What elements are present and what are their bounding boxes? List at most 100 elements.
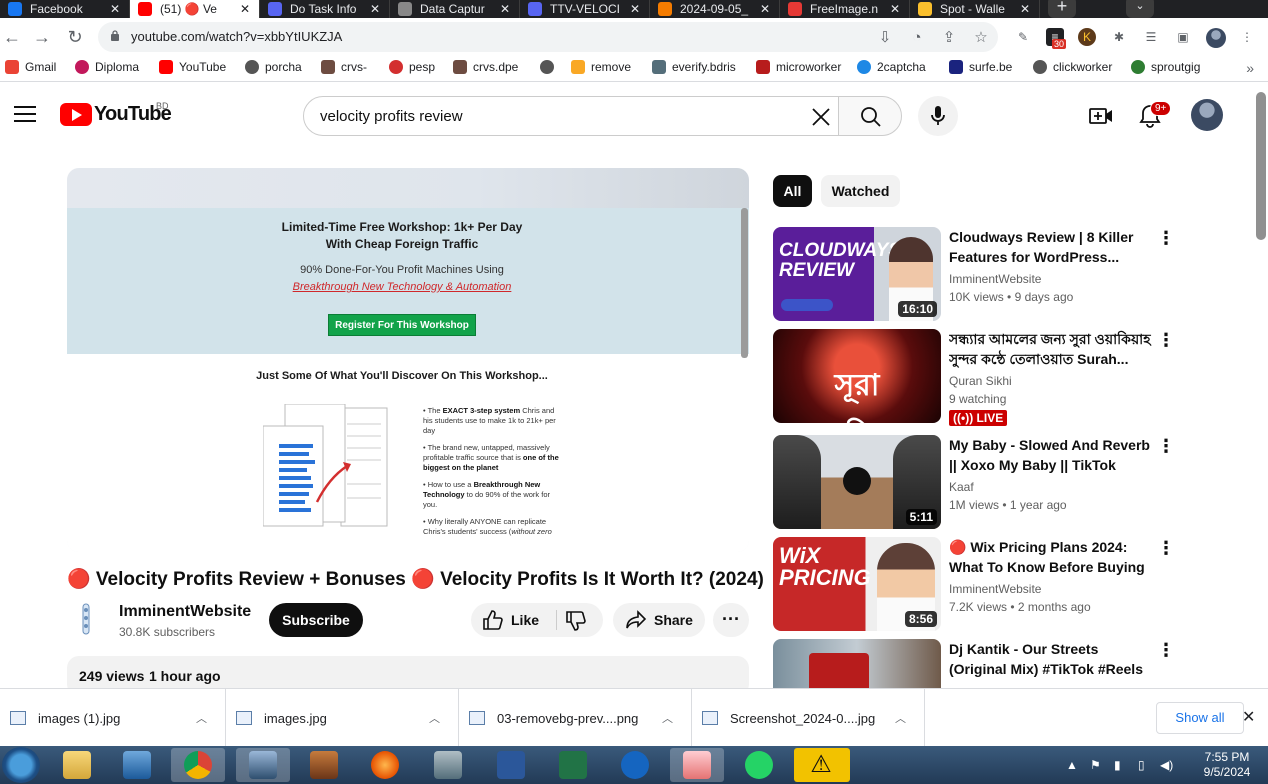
channel-name[interactable]: ImminentWebsite xyxy=(119,603,251,621)
like-button[interactable]: Like xyxy=(471,603,555,637)
taskbar-excel[interactable] xyxy=(546,748,600,782)
page-scrollbar[interactable] xyxy=(1256,92,1266,240)
taskbar-word[interactable] xyxy=(484,748,538,782)
tab-search-icon[interactable]: ⌄ xyxy=(1126,0,1154,18)
tab-close-icon[interactable]: ✕ xyxy=(627,2,643,16)
chip-watched[interactable]: Watched xyxy=(821,175,900,207)
tab-close-icon[interactable]: ✕ xyxy=(1017,2,1033,16)
download-item[interactable]: images.jpg ︿ xyxy=(226,689,459,747)
recommended-video[interactable]: WiX PRICING 8:56 🔴 Wix Pricing Plans 202… xyxy=(773,537,1253,631)
k-extension-icon[interactable]: K xyxy=(1078,28,1096,46)
profile-avatar[interactable] xyxy=(1206,28,1226,48)
search-input[interactable]: velocity profits review xyxy=(303,96,839,136)
start-button[interactable] xyxy=(2,747,40,783)
download-item[interactable]: 03-removebg-prev....png ︿ xyxy=(459,689,692,747)
more-vertical-icon[interactable]: ⋮ xyxy=(1157,437,1175,457)
taskbar-chrome[interactable] xyxy=(171,748,225,782)
taskbar-warning[interactable]: ⚠ xyxy=(794,748,850,782)
bookmark-diploma[interactable]: Diploma xyxy=(75,60,139,74)
address-bar[interactable]: youtube.com/watch?v=xbbYtIUKZJA ⇩ ◔ ⇪ ☆ xyxy=(98,22,998,52)
bookmark-crvs-dpe[interactable]: crvs.dpe xyxy=(453,60,518,74)
taskbar-explorer[interactable] xyxy=(50,748,104,782)
tab-close-icon[interactable]: ✕ xyxy=(887,2,903,16)
bookmark-star-icon[interactable]: ☆ xyxy=(972,29,990,47)
bookmark-youtube[interactable]: YouTube xyxy=(159,60,226,74)
taskbar-calculator[interactable] xyxy=(421,748,475,782)
search-button[interactable] xyxy=(838,96,902,136)
more-vertical-icon[interactable]: ⋮ xyxy=(1157,229,1175,249)
network-icon[interactable]: ▮ xyxy=(1114,758,1121,772)
download-item[interactable]: images (1).jpg ︿ xyxy=(0,689,226,747)
forward-icon[interactable]: → xyxy=(30,26,54,50)
taskbar-game[interactable] xyxy=(297,748,351,782)
browser-menu-icon[interactable]: ⋮ xyxy=(1238,28,1256,46)
action-center-flag-icon[interactable]: ⚑ xyxy=(1090,758,1101,772)
video-thumbnail[interactable]: 5:11 xyxy=(773,435,941,529)
share-button[interactable]: Share xyxy=(613,603,705,637)
video-player[interactable]: Limited-Time Free Workshop: 1k+ Per Day … xyxy=(67,168,749,552)
taskbar-media-player[interactable] xyxy=(110,748,164,782)
taskbar-bluetooth[interactable] xyxy=(608,748,662,782)
tab-ttv-velocity[interactable]: TTV-VELOCI ✕ xyxy=(520,0,650,18)
side-panel-icon[interactable]: ▣ xyxy=(1174,28,1192,46)
volume-icon[interactable]: ◀) xyxy=(1160,758,1173,772)
tab-close-icon[interactable]: ✕ xyxy=(497,2,513,16)
chevron-up-icon[interactable]: ︿ xyxy=(662,710,673,726)
more-vertical-icon[interactable]: ⋮ xyxy=(1157,331,1175,351)
video-thumbnail[interactable]: সূরা ওয়াকিয়াহ xyxy=(773,329,941,423)
taskbar-firefox[interactable] xyxy=(358,748,412,782)
recommended-video[interactable]: সূরা ওয়াকিয়াহ সন্ধ্যার আমলের জন্য সুরা… xyxy=(773,329,1253,426)
download-item[interactable]: Screenshot_2024-0....jpg ︿ xyxy=(692,689,925,747)
bookmarks-overflow-icon[interactable]: » xyxy=(1246,60,1254,76)
chip-all[interactable]: All xyxy=(773,175,812,207)
performance-icon[interactable]: ◔ xyxy=(908,29,926,47)
edit-extension-icon[interactable]: ✎ xyxy=(1014,28,1032,46)
recommended-video[interactable]: 5:11 My Baby - Slowed And Reverb || Xoxo… xyxy=(773,435,1253,529)
tab-screenshot[interactable]: 2024-09-05_ ✕ xyxy=(650,0,780,18)
tab-close-icon[interactable]: ✕ xyxy=(757,2,773,16)
channel-avatar-icon[interactable] xyxy=(76,602,96,636)
recommended-video[interactable]: Dj Kantik - Our Streets (Original Mix) #… xyxy=(773,639,1253,688)
bookmark-globe[interactable] xyxy=(540,60,560,74)
bookmark-crvs[interactable]: crvs- xyxy=(321,60,367,74)
tab-close-icon[interactable]: ✕ xyxy=(237,2,253,16)
back-icon[interactable]: ← xyxy=(0,26,24,50)
taskbar-snipping-tool[interactable] xyxy=(670,748,724,782)
user-avatar[interactable] xyxy=(1191,99,1223,131)
bookmark-gmail[interactable]: Gmail xyxy=(5,60,56,74)
tab-youtube-active[interactable]: (51) 🔴 Ve ✕ xyxy=(130,0,260,18)
tab-freeimage[interactable]: FreeImage.n ✕ xyxy=(780,0,910,18)
clear-search-icon[interactable] xyxy=(810,106,832,128)
video-thumbnail[interactable]: WiX PRICING 8:56 xyxy=(773,537,941,631)
youtube-logo[interactable]: YouTube BD xyxy=(60,101,172,126)
more-vertical-icon[interactable]: ⋮ xyxy=(1157,641,1175,661)
new-tab-icon[interactable]: + xyxy=(1048,0,1076,18)
show-hidden-icons[interactable]: ▲ xyxy=(1066,758,1078,772)
video-thumbnail[interactable]: CLOUDWAYS REVIEW 16:10 xyxy=(773,227,941,321)
bookmark-remove[interactable]: remove xyxy=(571,60,631,74)
bookmark-2captcha[interactable]: 2captcha xyxy=(857,60,926,74)
battery-icon[interactable]: ▯ xyxy=(1138,758,1145,772)
bookmark-sproutgig[interactable]: sproutgig xyxy=(1131,60,1200,74)
reload-icon[interactable]: ↻ xyxy=(63,26,87,50)
bookmark-microworker[interactable]: microworker xyxy=(756,60,841,74)
taskbar-app[interactable] xyxy=(236,748,290,782)
reading-list-icon[interactable]: ☰ xyxy=(1142,28,1160,46)
more-vertical-icon[interactable]: ⋮ xyxy=(1157,539,1175,559)
tab-facebook[interactable]: Facebook ✕ xyxy=(0,0,130,18)
voice-search-button[interactable] xyxy=(918,96,958,136)
recommended-video[interactable]: CLOUDWAYS REVIEW 16:10 Cloudways Review … xyxy=(773,227,1253,321)
chevron-up-icon[interactable]: ︿ xyxy=(429,710,440,726)
tab-spot-wallet[interactable]: Spot - Walle ✕ xyxy=(910,0,1040,18)
tab-close-icon[interactable]: ✕ xyxy=(107,2,123,16)
more-actions-button[interactable]: ··· xyxy=(713,603,749,637)
close-downloads-icon[interactable]: ✕ xyxy=(1242,707,1255,727)
extensions-puzzle-icon[interactable]: ✱ xyxy=(1110,28,1128,46)
chevron-up-icon[interactable]: ︿ xyxy=(196,710,207,726)
tab-data-capture[interactable]: Data Captur ✕ xyxy=(390,0,520,18)
tab-close-icon[interactable]: ✕ xyxy=(367,2,383,16)
video-thumbnail[interactable] xyxy=(773,639,941,688)
bookmark-everify[interactable]: everify.bdris xyxy=(652,60,736,74)
bookmark-pesp[interactable]: pesp xyxy=(389,60,435,74)
share-page-icon[interactable]: ⇪ xyxy=(940,29,958,47)
